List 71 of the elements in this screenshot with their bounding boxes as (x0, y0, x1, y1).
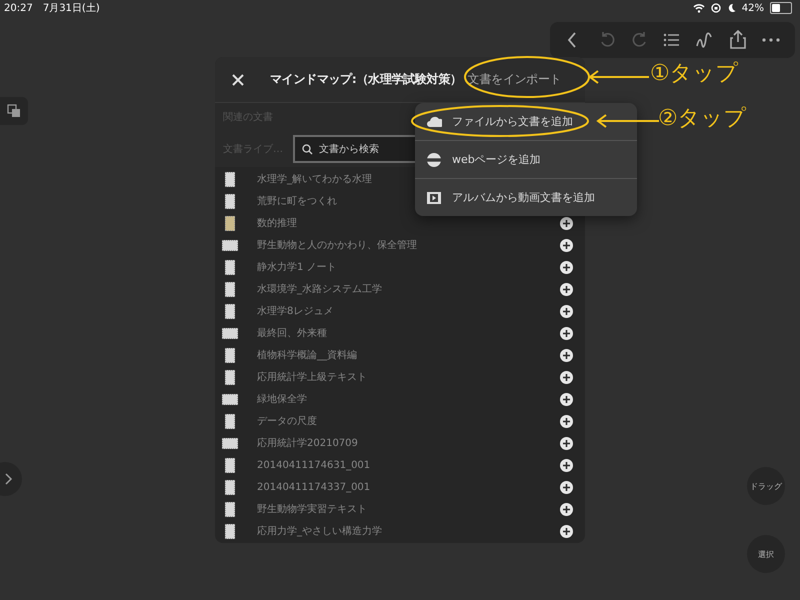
add-icon[interactable] (560, 260, 573, 274)
add-icon[interactable] (560, 238, 573, 252)
document-name[interactable]: 最終回、外来種 (257, 326, 560, 340)
document-name[interactable]: 数的推理 (257, 216, 560, 230)
lock-rotation-icon (710, 3, 721, 13)
document-name[interactable]: 応用統計学上級テキスト (257, 370, 560, 384)
menu-item[interactable]: webページを追加 (415, 141, 637, 179)
document-thumbnail (225, 304, 235, 318)
mode-button[interactable]: ドラッグ (747, 467, 785, 505)
film-icon (426, 190, 442, 206)
arrow (588, 70, 650, 84)
document-name[interactable]: 緑地保全学 (257, 392, 560, 406)
search-icon (302, 144, 313, 155)
add-icon[interactable] (560, 282, 573, 296)
battery-percent: 42% (742, 2, 764, 14)
document-thumbnail (225, 458, 235, 472)
add-icon[interactable] (560, 216, 573, 230)
document-thumbnail (225, 480, 235, 494)
document-thumbnail (225, 502, 235, 516)
add-icon[interactable] (560, 370, 573, 384)
document-thumbnail (225, 282, 235, 296)
add-icon[interactable] (560, 414, 573, 428)
document-thumbnail (225, 172, 235, 186)
document-name[interactable]: 植物科学概論__資料編 (257, 348, 560, 362)
document-thumbnail (222, 328, 238, 338)
document-name[interactable]: 水環境学_水路システム工学 (257, 282, 560, 296)
add-icon[interactable] (560, 436, 573, 450)
status-time: 20:27 (4, 2, 33, 14)
document-name[interactable]: 静水力学1 ノート (257, 260, 560, 274)
document-name[interactable]: 応用統計学20210709 (257, 436, 560, 450)
close-icon[interactable] (232, 74, 244, 86)
wifi-icon (692, 3, 705, 13)
add-icon[interactable] (560, 348, 573, 362)
menu-item[interactable]: アルバムから動画文書を追加 (415, 179, 637, 216)
document-name[interactable]: データの尺度 (257, 414, 560, 428)
document-thumbnail (225, 194, 235, 208)
document-name[interactable]: 20140411174337_001 (257, 482, 560, 492)
translate-button[interactable] (0, 97, 28, 125)
document-name[interactable]: 野生動物学実習テキスト (257, 502, 560, 516)
annotation-text: ②タップ (658, 105, 747, 133)
document-name[interactable]: 20140411174631_001 (257, 460, 560, 470)
add-icon[interactable] (560, 304, 573, 318)
document-name[interactable]: 野生動物と人のかかわり、保全管理 (257, 238, 560, 252)
menu-item[interactable]: ファイルから文書を追加 (415, 103, 637, 141)
battery-icon (770, 2, 792, 14)
document-thumbnail (225, 348, 235, 362)
annotation-text: ①タップ (650, 60, 739, 88)
chevron-right-icon (5, 473, 13, 485)
document-thumbnail (222, 394, 238, 404)
add-icon[interactable] (560, 326, 573, 340)
document-thumbnail (225, 260, 235, 274)
dialog-title: マインドマップ:（水理学試験対策） (270, 71, 462, 88)
document-thumbnail (225, 216, 235, 230)
arrow (596, 114, 660, 128)
add-icon[interactable] (560, 392, 573, 406)
translate-icon (7, 104, 21, 118)
document-thumbnail (225, 524, 235, 538)
add-icon[interactable] (560, 458, 573, 472)
add-icon[interactable] (560, 524, 573, 538)
document-thumbnail (225, 370, 235, 384)
document-name[interactable]: 水理学8レジュメ (257, 304, 560, 318)
moon-icon (726, 3, 736, 13)
document-thumbnail (222, 240, 238, 250)
document-thumbnail (225, 414, 235, 428)
add-icon[interactable] (560, 502, 573, 516)
add-icon[interactable] (560, 480, 573, 494)
document-thumbnail (222, 438, 238, 448)
mode-button[interactable]: 選択 (747, 535, 785, 573)
status-date: 7月31日(土) (42, 2, 100, 15)
globe-icon (426, 152, 442, 168)
document-name[interactable]: 応用力学_やさしい構造力学 (257, 524, 560, 538)
